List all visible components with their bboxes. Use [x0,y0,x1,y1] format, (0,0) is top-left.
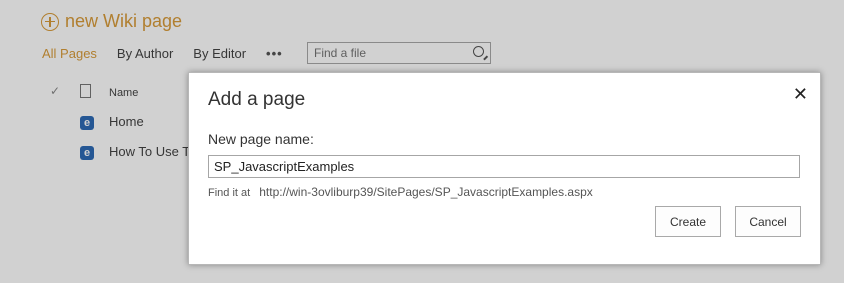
new-page-name-field [208,155,800,178]
page-url: http://win-3ovliburp39/SitePages/SP_Java… [259,185,593,199]
find-it-at-label: Find it at [208,187,251,199]
new-page-name-input[interactable] [209,156,799,177]
find-it-at-hint: Find it at http://win-3ovliburp39/SitePa… [208,185,593,199]
new-page-name-label: New page name: [208,131,314,147]
create-button[interactable]: Create [655,206,721,237]
close-icon[interactable]: ✕ [793,85,808,103]
dialog-title: Add a page [208,89,306,110]
add-page-dialog: Add a page ✕ New page name: Find it at h… [188,72,821,265]
cancel-button[interactable]: Cancel [735,206,801,237]
